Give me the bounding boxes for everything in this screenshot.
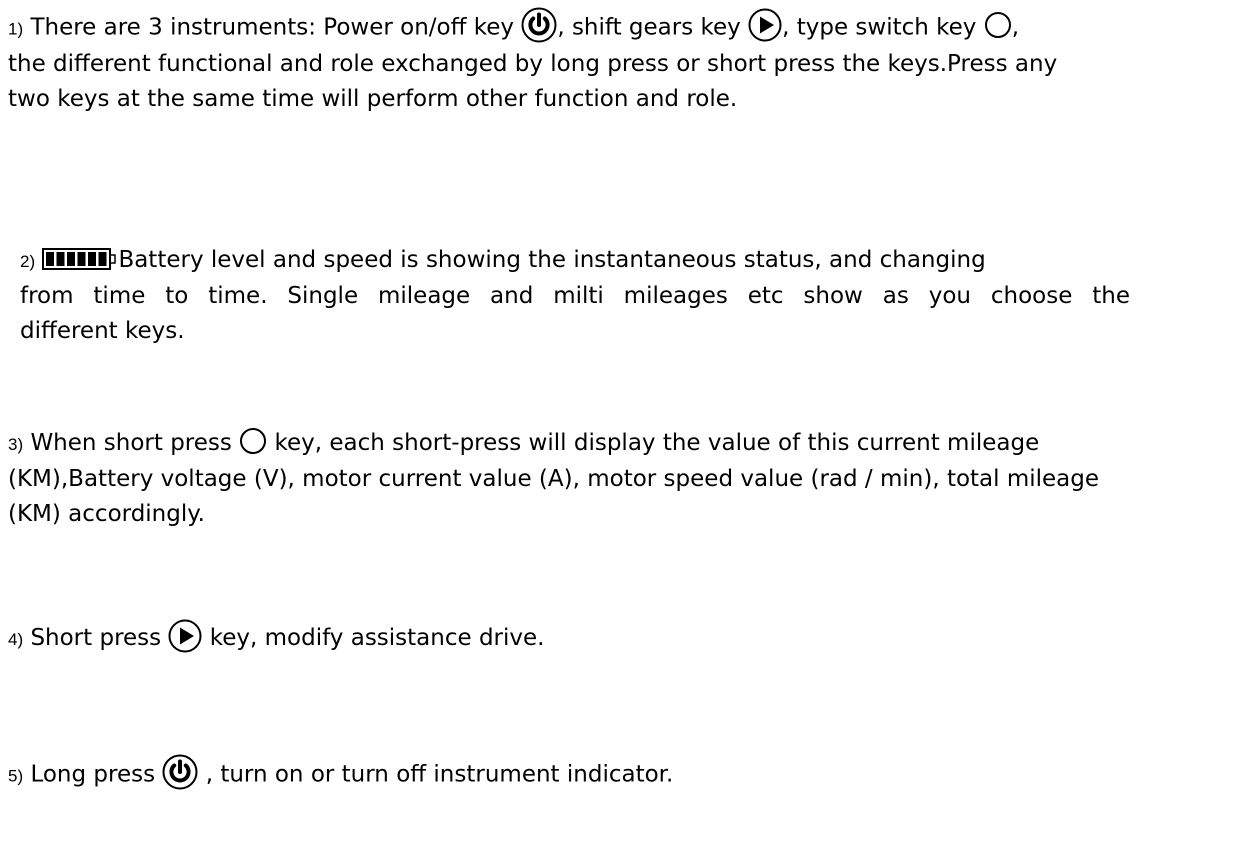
text-segment: key, modify assistance drive. <box>202 625 545 651</box>
item-number: 1) <box>8 19 24 39</box>
circle-outline-icon <box>239 427 267 455</box>
play-arrow-icon <box>748 8 782 42</box>
item-3-line-2: (KM),Battery voltage (V), motor current … <box>8 466 1100 492</box>
item-number: 2) <box>20 252 36 271</box>
item-3-line-3: (KM) accordingly. <box>8 501 205 527</box>
item-number: 3) <box>8 435 24 454</box>
text-segment: Short press <box>30 625 169 651</box>
item-4-line-1: 4) Short press key, modify assistance dr… <box>8 619 545 657</box>
item-3-line-1: 3) When short press key, each short-pres… <box>8 426 1238 462</box>
text-segment: , type switch key <box>782 14 984 41</box>
text-segment: There are 3 instruments: Power on/off ke… <box>30 14 522 41</box>
text-segment: , turn on or turn off instrument indicat… <box>198 761 674 788</box>
text-segment: When short press <box>30 430 240 456</box>
text-segment: Long press <box>30 761 163 788</box>
item-1-line-3: two keys at the same time will perform o… <box>8 85 738 112</box>
item-5: 5) Long press , turn on or turn off inst… <box>8 754 674 794</box>
battery-full-icon <box>42 247 118 270</box>
item-2-line-3: different keys. <box>20 318 185 344</box>
item-2-line-2: from time to time. Single mileage and mi… <box>20 283 1130 309</box>
item-2: 2) Battery level and speed is showing th… <box>20 243 1130 349</box>
text-segment: , <box>1011 14 1020 41</box>
power-icon <box>162 754 198 790</box>
item-number: 4) <box>8 630 24 649</box>
play-arrow-icon <box>168 619 202 653</box>
item-1: 1) There are 3 instruments: Power on/off… <box>8 7 1213 117</box>
manual-page: 1) There are 3 instruments: Power on/off… <box>0 0 1243 845</box>
item-2-line-1: 2) Battery level and speed is showing th… <box>20 243 1130 279</box>
power-icon <box>521 7 557 43</box>
item-number: 5) <box>8 766 24 786</box>
text-segment: Battery level and speed is showing the i… <box>118 247 986 273</box>
circle-outline-icon <box>984 11 1012 39</box>
text-segment: , shift gears key <box>557 14 749 41</box>
text-segment: key, each short-press will display the v… <box>267 430 1040 456</box>
item-4: 4) Short press key, modify assistance dr… <box>8 619 545 657</box>
item-1-line-1: 1) There are 3 instruments: Power on/off… <box>8 7 1213 47</box>
item-1-line-2: the different functional and role exchan… <box>8 50 1058 77</box>
item-5-line-1: 5) Long press , turn on or turn off inst… <box>8 754 674 794</box>
item-3: 3) When short press key, each short-pres… <box>8 426 1238 532</box>
